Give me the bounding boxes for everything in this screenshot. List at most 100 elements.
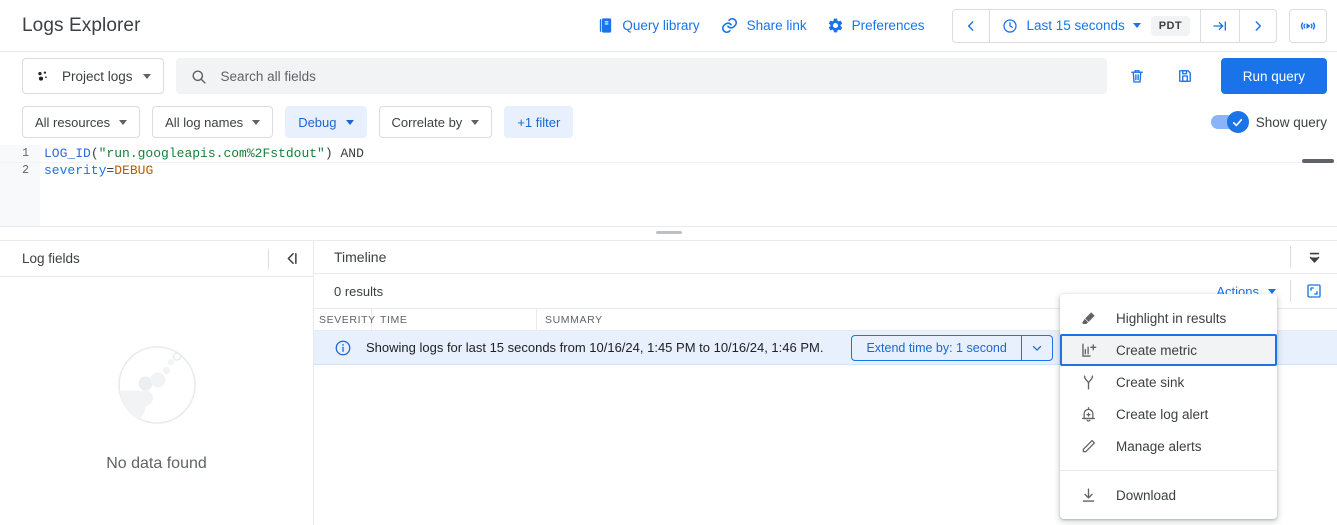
bell-plus-icon — [1078, 405, 1098, 424]
menu-item-create-log-alert[interactable]: Create log alert — [1060, 398, 1277, 430]
top-bar: Logs Explorer Query library Share link P… — [0, 0, 1337, 52]
editor-code[interactable]: LOG_ID("run.googleapis.com%2Fstdout") AN… — [0, 145, 1337, 179]
log-fields-header: Log fields — [0, 241, 313, 277]
chevron-left-icon — [964, 19, 978, 33]
query-editor[interactable]: 1 2 LOG_ID("run.googleapis.com%2Fstdout"… — [0, 144, 1337, 227]
filter-correlate-by[interactable]: Correlate by — [379, 106, 493, 138]
chevron-down-icon — [471, 120, 479, 125]
chevron-down-icon — [1030, 341, 1044, 355]
menu-item-highlight-in-results[interactable]: Highlight in results — [1060, 302, 1277, 334]
search-row: Project logs Search all fields Run query — [0, 52, 1337, 100]
filter-label: All resources — [35, 115, 110, 130]
info-icon — [334, 339, 352, 357]
filter-label: All log names — [165, 115, 243, 130]
collapse-left-icon — [282, 249, 301, 268]
search-input[interactable]: Search all fields — [176, 58, 1107, 94]
jump-to-end-icon — [1212, 18, 1228, 34]
page-title: Logs Explorer — [22, 15, 141, 37]
timeline-title: Timeline — [334, 249, 1290, 265]
filter-severity-debug[interactable]: Debug — [285, 106, 366, 138]
timezone-chip[interactable]: PDT — [1151, 16, 1190, 36]
menu-separator — [1060, 470, 1277, 471]
panel-resize-handle[interactable] — [656, 231, 682, 234]
scope-icon — [35, 68, 52, 85]
share-link-button[interactable]: Share link — [710, 10, 817, 41]
stream-logs-button[interactable] — [1289, 9, 1327, 43]
query-library-button[interactable]: Query library — [587, 11, 709, 40]
chevron-down-icon — [1268, 289, 1276, 294]
chevron-down-icon — [346, 120, 354, 125]
filter-label: Correlate by — [392, 115, 463, 130]
menu-item-download[interactable]: Download — [1060, 479, 1277, 511]
chevron-down-icon — [143, 74, 151, 79]
filter-row: All resources All log names Debug Correl… — [0, 100, 1337, 144]
menu-item-label: Create metric — [1116, 343, 1197, 358]
code-token: LOG_ID — [44, 146, 91, 161]
code-token: severity — [44, 163, 106, 178]
toggle-knob — [1227, 111, 1249, 133]
collapse-log-fields-button[interactable] — [269, 241, 313, 276]
menu-item-label: Create log alert — [1116, 407, 1208, 422]
extend-time-button[interactable]: Extend time by: 1 second — [851, 335, 1020, 361]
code-token: "run.googleapis.com%2Fstdout" — [99, 146, 325, 161]
share-link-label: Share link — [747, 18, 807, 33]
chevron-down-icon — [252, 120, 260, 125]
time-range-info-text: Showing logs for last 15 seconds from 10… — [366, 340, 823, 355]
time-range-label: Last 15 seconds — [1026, 18, 1124, 33]
extend-time-split-button: Extend time by: 1 second — [851, 335, 1052, 361]
show-query-toggle[interactable]: Show query — [1211, 115, 1327, 130]
no-data-found-label: No data found — [106, 455, 207, 473]
log-fields-title: Log fields — [22, 251, 268, 266]
menu-item-label: Highlight in results — [1116, 311, 1226, 326]
clock-icon — [1002, 18, 1018, 34]
collapse-chart-icon — [1305, 248, 1324, 267]
create-sink-icon — [1078, 373, 1098, 392]
create-metric-icon — [1078, 341, 1098, 360]
chevron-down-icon — [119, 120, 127, 125]
menu-item-create-metric[interactable]: Create metric — [1060, 334, 1277, 366]
search-icon — [190, 68, 207, 85]
filter-label: +1 filter — [517, 115, 560, 130]
menu-item-create-sink[interactable]: Create sink — [1060, 366, 1277, 398]
filter-all-resources[interactable]: All resources — [22, 106, 140, 138]
log-scope-selector[interactable]: Project logs — [22, 58, 164, 94]
clear-query-button[interactable] — [1119, 58, 1155, 94]
column-header-severity[interactable]: SEVERITY — [314, 309, 372, 330]
collapse-timeline-button[interactable] — [1291, 241, 1337, 273]
code-token: ( — [91, 146, 99, 161]
gear-icon — [827, 17, 844, 34]
code-line-2: severity=DEBUG — [44, 162, 1337, 179]
no-data-illustration-icon — [107, 335, 207, 435]
extend-time-dropdown-button[interactable] — [1021, 335, 1053, 361]
menu-item-label: Download — [1116, 488, 1176, 503]
time-range-control: Last 15 seconds PDT — [952, 9, 1277, 43]
filter-all-log-names[interactable]: All log names — [152, 106, 273, 138]
time-range-selector[interactable]: Last 15 seconds PDT — [990, 10, 1200, 42]
menu-item-manage-alerts[interactable]: Manage alerts — [1060, 430, 1277, 462]
menu-item-label: Create sink — [1116, 375, 1184, 390]
save-icon — [1176, 67, 1194, 85]
download-icon — [1078, 486, 1098, 505]
time-prev-button[interactable] — [953, 10, 989, 42]
expand-results-button[interactable] — [1291, 274, 1337, 308]
log-fields-empty-state: No data found — [0, 277, 313, 473]
menu-item-label: Manage alerts — [1116, 439, 1202, 454]
stream-live-icon — [1298, 16, 1318, 36]
book-icon — [597, 17, 614, 34]
time-next-button[interactable] — [1240, 10, 1276, 42]
highlighter-icon — [1078, 309, 1098, 328]
run-query-button[interactable]: Run query — [1221, 58, 1327, 94]
filter-label: Debug — [298, 115, 336, 130]
filter-additional-count[interactable]: +1 filter — [504, 106, 573, 138]
actions-menu: Highlight in results Create metric Creat… — [1060, 294, 1277, 519]
preferences-label: Preferences — [852, 18, 925, 33]
save-query-button[interactable] — [1167, 58, 1203, 94]
preferences-button[interactable]: Preferences — [817, 11, 935, 40]
toggle-track — [1211, 115, 1245, 129]
editor-horizontal-scrollbar[interactable] — [1302, 159, 1334, 163]
code-line-1: LOG_ID("run.googleapis.com%2Fstdout") AN… — [44, 145, 1337, 162]
query-library-label: Query library — [622, 18, 699, 33]
column-header-time[interactable]: TIME — [372, 309, 537, 330]
jump-to-now-button[interactable] — [1201, 10, 1239, 42]
show-query-label: Show query — [1256, 115, 1327, 130]
